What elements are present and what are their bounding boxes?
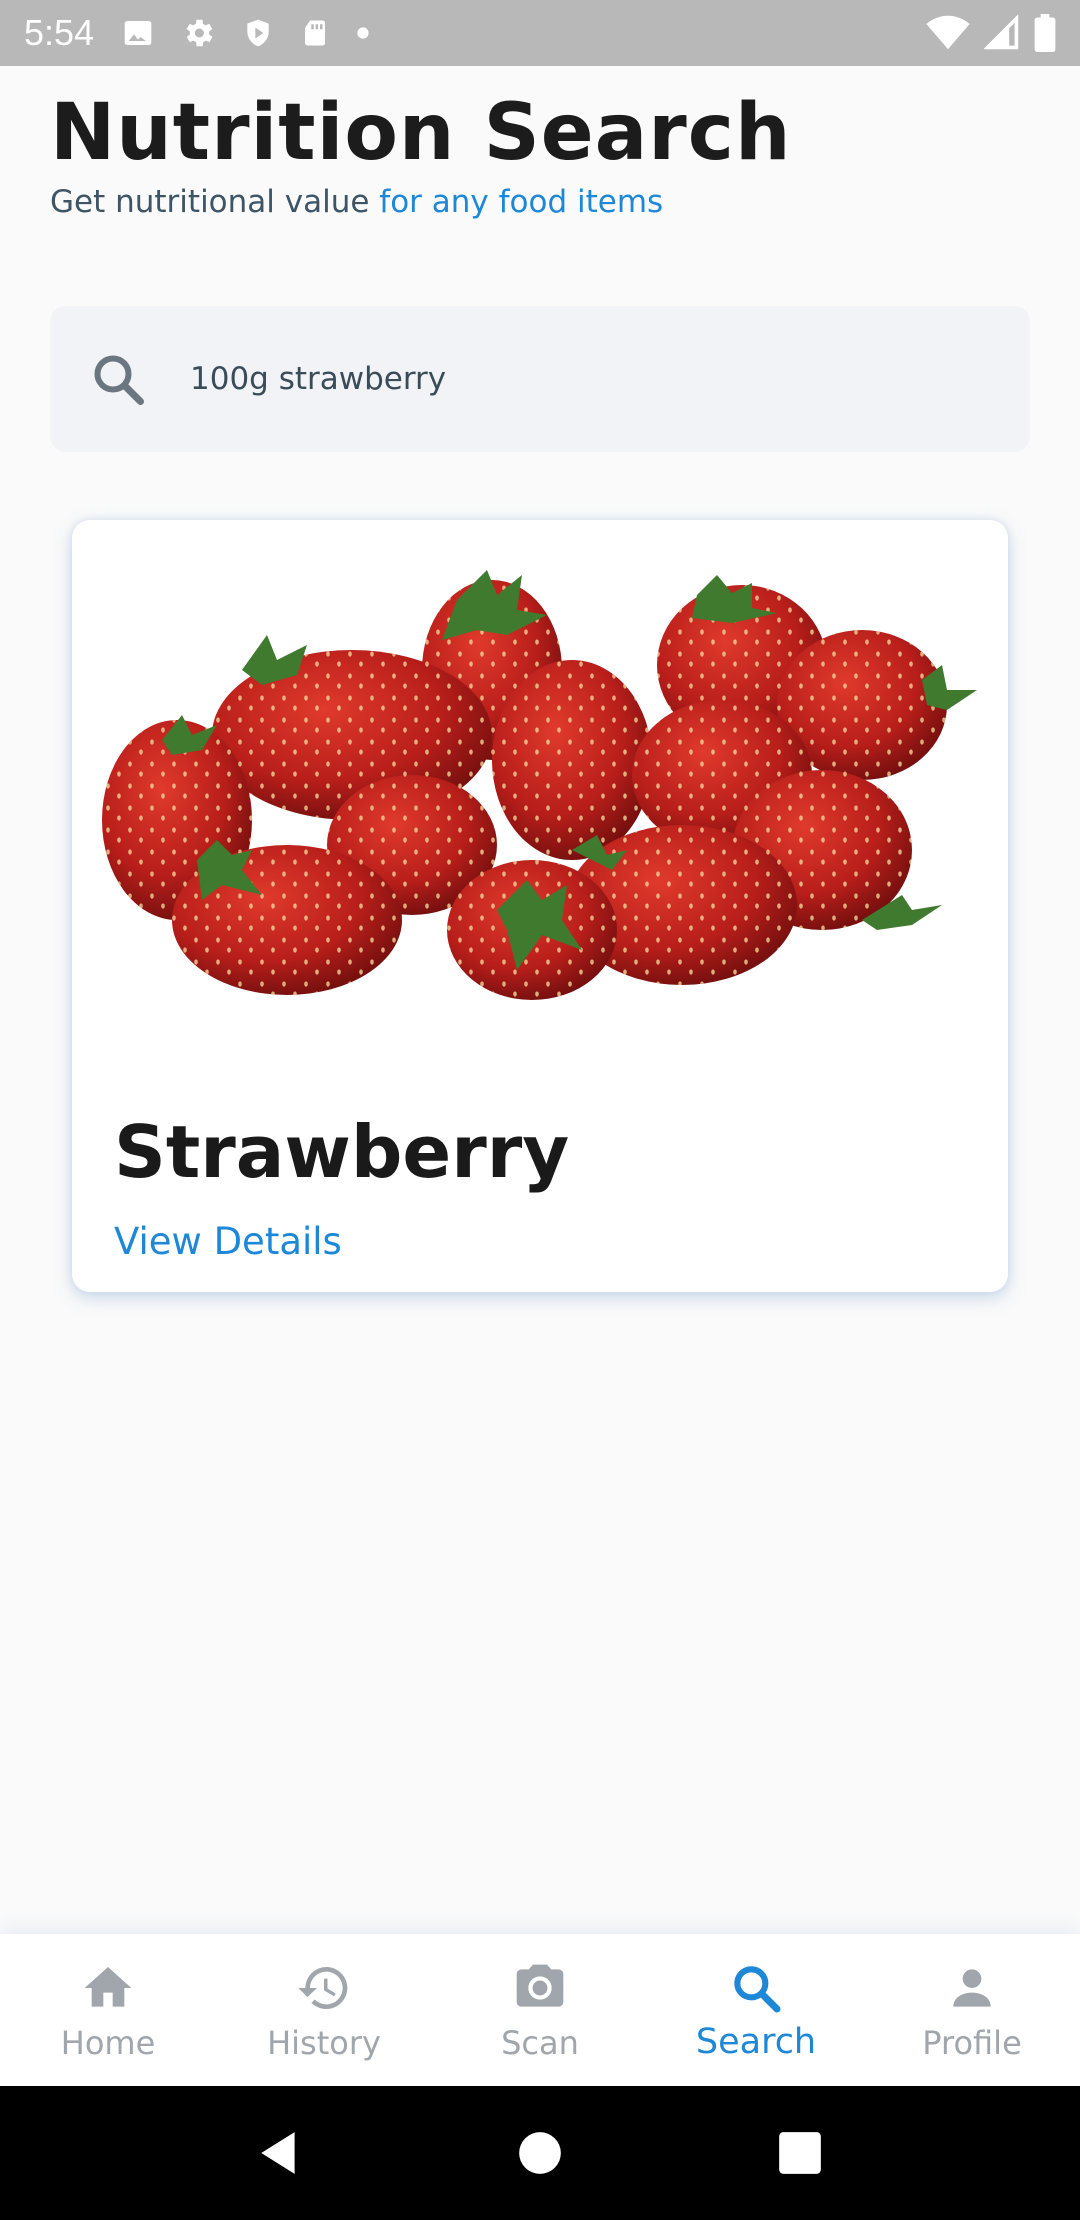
food-result-card[interactable]: Strawberry View Details [72, 520, 1008, 1292]
status-time: 5:54 [24, 12, 95, 53]
system-nav-bar [0, 2086, 1080, 2220]
page-title: Nutrition Search [50, 88, 792, 178]
nav-item-history[interactable]: History [216, 1934, 432, 2086]
camera-icon [516, 1964, 564, 2007]
nav-label-profile: Profile [922, 2024, 1022, 2062]
subtitle-text: Get nutritional value [50, 184, 380, 220]
dot-icon [357, 27, 369, 39]
food-name: Strawberry [114, 1110, 570, 1194]
recents-icon[interactable] [775, 2128, 825, 2178]
nav-item-scan[interactable]: Scan [432, 1934, 648, 2086]
home-icon [84, 1967, 132, 2007]
search-bar[interactable]: 100g strawberry [50, 306, 1030, 452]
status-icons-right [926, 14, 1056, 52]
view-details-link[interactable]: View Details [114, 1220, 342, 1263]
nav-label-scan: Scan [501, 2024, 579, 2062]
nav-label-home: Home [60, 2024, 156, 2062]
nav-item-home[interactable]: Home [0, 1934, 216, 2086]
search-icon [734, 1966, 781, 2013]
search-input[interactable]: 100g strawberry [190, 361, 446, 397]
signal-icon [984, 15, 1019, 50]
nav-label-history: History [267, 2024, 381, 2062]
battery-icon [1034, 14, 1056, 52]
status-icons-left [122, 15, 370, 51]
nav-item-profile[interactable]: Profile [864, 1934, 1080, 2086]
strawberries-image [102, 570, 977, 1000]
page-subtitle: Get nutritional value for any food items [50, 184, 663, 220]
wifi-icon [926, 15, 970, 50]
nav-label-search: Search [695, 2022, 817, 2062]
person-icon [953, 1969, 991, 2007]
history-icon [298, 1967, 348, 2009]
shield-icon [247, 19, 269, 47]
bottom-nav: Home History Scan Search Profile [0, 1934, 1080, 2086]
status-bar: 5:54 [0, 0, 1080, 66]
search-icon [94, 355, 144, 405]
nav-item-search[interactable]: Search [648, 1934, 864, 2086]
sd-card-icon [305, 20, 326, 46]
subtitle-accent-text: for any food items [379, 184, 664, 220]
back-icon[interactable] [255, 2128, 305, 2178]
home-circle-icon[interactable] [515, 2128, 565, 2178]
settings-icon [186, 19, 213, 47]
image-icon [124, 21, 152, 45]
